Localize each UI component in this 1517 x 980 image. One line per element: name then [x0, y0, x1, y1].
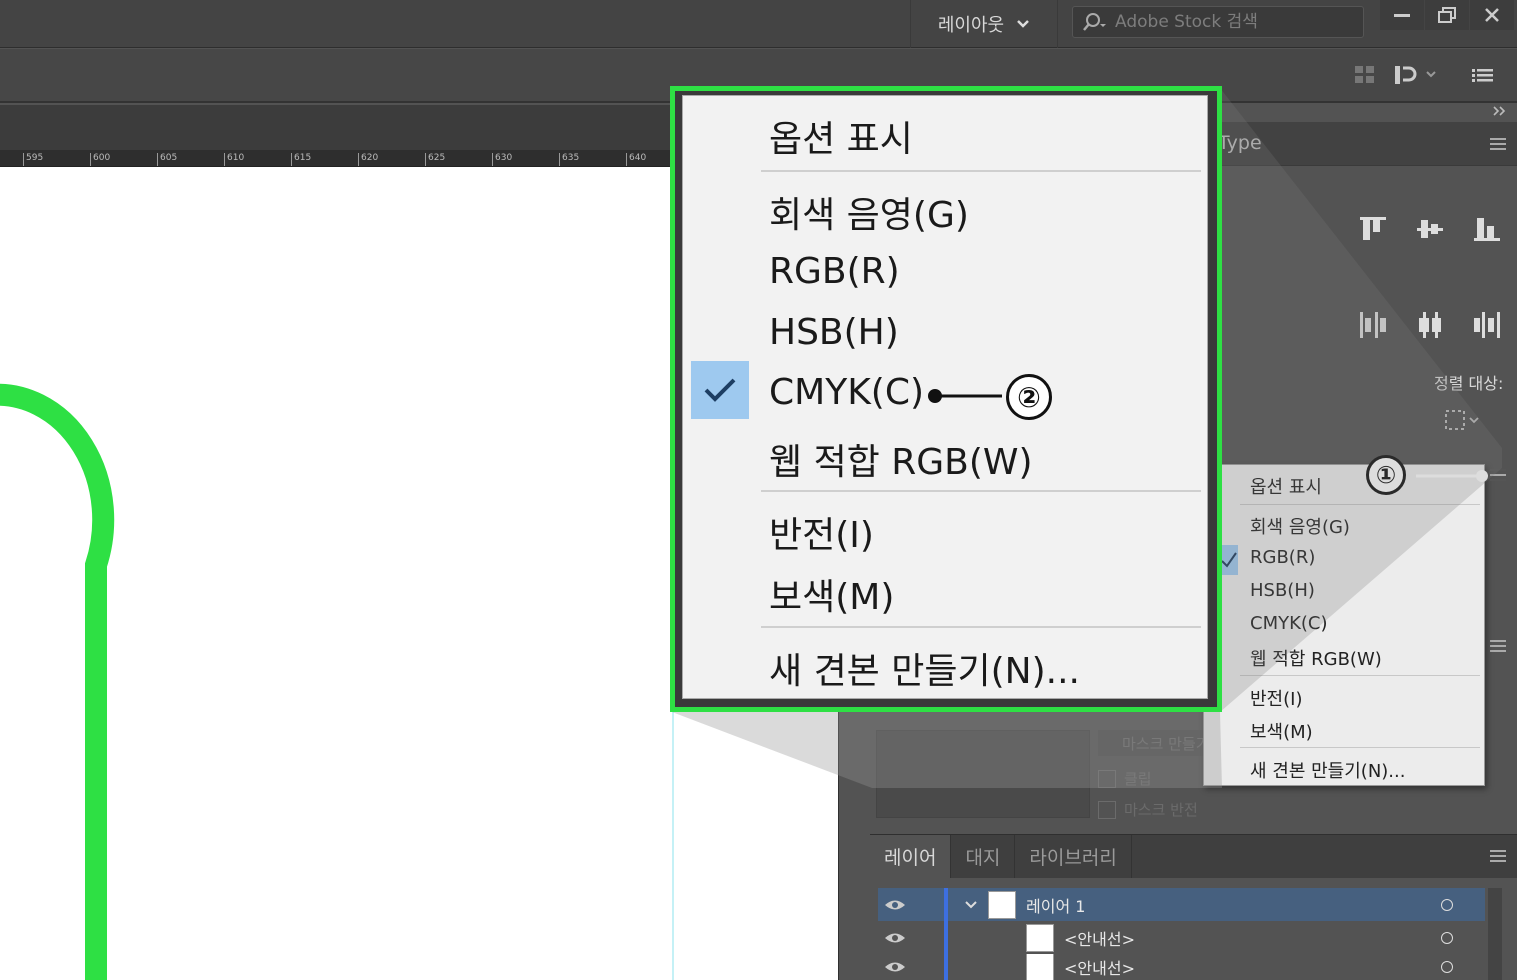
- checkmark-icon: [704, 378, 736, 402]
- ruler-tick: 595: [23, 153, 43, 166]
- restore-icon: [1438, 7, 1456, 23]
- layer-name[interactable]: <안내선>: [1064, 926, 1135, 950]
- eye-icon[interactable]: [884, 898, 906, 912]
- search-icon: [1083, 13, 1106, 31]
- search-input[interactable]: [1113, 11, 1347, 33]
- ruler-tick: 640: [626, 153, 646, 166]
- ruler-tick: 600: [90, 153, 110, 166]
- layer-color-bar: [944, 888, 948, 921]
- target-icon[interactable]: [1441, 931, 1453, 944]
- target-icon[interactable]: [1441, 961, 1453, 973]
- chevron-down-icon: [1017, 20, 1030, 28]
- menu-item-grayscale[interactable]: 회색 음영(G): [769, 186, 969, 238]
- tab-libraries[interactable]: 라이브러리: [1015, 835, 1132, 878]
- ruler-tick: 625: [425, 153, 445, 166]
- menu-item-show-options[interactable]: 옵션 표시: [769, 110, 913, 162]
- menu-item-hsb[interactable]: HSB(H): [769, 312, 899, 353]
- ruler-tick: 620: [358, 153, 378, 166]
- layer-thumbnail: [1026, 954, 1054, 980]
- menu-item-rgb[interactable]: RGB(R): [769, 251, 900, 292]
- workspace-label: 레이아웃: [937, 15, 1005, 36]
- layer-name[interactable]: 레이어 1: [1026, 893, 1085, 917]
- close-button[interactable]: [1470, 0, 1514, 30]
- layer-row[interactable]: 레이어 1: [878, 888, 1485, 921]
- arrange-documents-icon[interactable]: [1393, 64, 1443, 86]
- menu-separator: [761, 170, 1201, 172]
- chevron-down-icon[interactable]: [964, 900, 978, 910]
- restore-button[interactable]: [1425, 0, 1469, 30]
- layer-thumbnail: [988, 890, 1016, 919]
- layer-row[interactable]: <안내선>: [878, 921, 1485, 954]
- menu-item-complement[interactable]: 보색(M): [769, 568, 894, 620]
- annotation-marker-2: ②: [1006, 374, 1052, 420]
- document-tab-bar: [0, 105, 680, 150]
- menu-separator: [761, 490, 1201, 492]
- close-icon: [1485, 8, 1499, 22]
- menu-separator: [761, 626, 1201, 628]
- ruler-tick: 635: [559, 153, 579, 166]
- layers-panel-tabs: 레이어 대지 라이브러리: [870, 834, 1517, 878]
- layer-color-bar: [944, 954, 948, 980]
- list-menu-icon[interactable]: [1470, 64, 1496, 86]
- layer-thumbnail: [1026, 923, 1054, 952]
- grid-icon[interactable]: [1353, 64, 1379, 86]
- menu-item-web-safe-rgb[interactable]: 웹 적합 RGB(W): [769, 433, 1033, 485]
- layers-scrollbar[interactable]: [1488, 888, 1502, 980]
- annotation-leader-line: [928, 389, 1002, 403]
- invert-mask-label: 마스크 반전: [1124, 801, 1198, 819]
- horizontal-ruler: 595 600 605 610 615 620 625 630 635 640: [0, 150, 680, 167]
- layer-row[interactable]: <안내선>: [878, 954, 1485, 980]
- menu-item-create-swatch[interactable]: 새 견본 만들기(N)...: [769, 642, 1080, 694]
- target-icon[interactable]: [1441, 898, 1453, 911]
- eye-icon[interactable]: [884, 960, 906, 974]
- invert-mask-checkbox[interactable]: [1098, 800, 1116, 819]
- ruler-tick: 615: [291, 153, 311, 166]
- menu-item-cmyk[interactable]: CMYK(C): [769, 372, 924, 413]
- checked-highlight: [691, 361, 749, 419]
- ruler-tick: 605: [157, 153, 177, 166]
- eye-icon[interactable]: [884, 931, 906, 945]
- tab-layers[interactable]: 레이어: [870, 835, 952, 878]
- minimize-button[interactable]: [1380, 0, 1424, 30]
- layer-color-bar: [944, 921, 948, 954]
- ruler-tick: 630: [492, 153, 512, 166]
- stock-search-box[interactable]: [1072, 6, 1364, 38]
- layer-name[interactable]: <안내선>: [1064, 955, 1135, 979]
- tab-artboards[interactable]: 대지: [951, 835, 1016, 878]
- ruler-tick: 610: [224, 153, 244, 166]
- minimize-icon: [1394, 14, 1410, 17]
- menu-item-invert[interactable]: 반전(I): [769, 506, 874, 558]
- invert-mask-checkbox-row[interactable]: 마스크 반전: [1098, 799, 1198, 820]
- workspace-switcher[interactable]: 레이아웃: [910, 0, 1058, 48]
- panel-menu-icon[interactable]: [1490, 850, 1506, 862]
